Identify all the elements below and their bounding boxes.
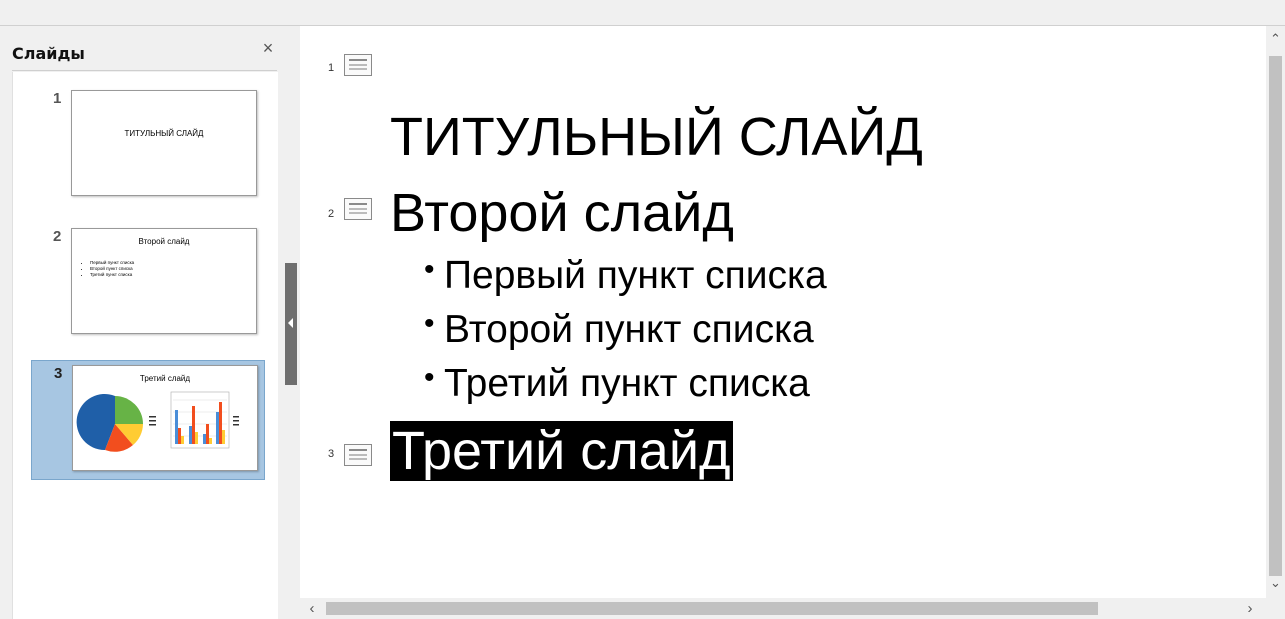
outline-bullet[interactable]: Третий пункт списка [424,361,810,406]
outline-slide-title-selected[interactable]: Третий слайд [390,420,733,482]
bar [189,426,192,444]
slide-preview-bullets: Первый пункт списка Второй пункт списка … [84,259,134,278]
bar [206,424,209,444]
vertical-scrollbar[interactable]: ⌃ ⌄ [1266,26,1285,598]
outline-slide-title[interactable]: ТИТУЛЬНЫЙ СЛАЙД [390,106,923,168]
slide-preview: ТИТУЛЬНЫЙ СЛАЙД [71,90,257,196]
bar [222,430,225,444]
top-border [0,0,1285,26]
close-icon[interactable]: × [258,38,278,58]
outline-slide-number: 3 [328,448,335,460]
outline-slide-title[interactable]: Второй слайд [390,182,734,244]
outline-bullet[interactable]: Второй пункт списка [424,307,814,352]
slide-icon [344,54,372,76]
bar [181,436,184,444]
bar-chart-preview [170,391,230,449]
bar [195,432,198,444]
pie-chart-preview [76,394,143,452]
slide-preview-title: Второй слайд [138,237,190,246]
slide-preview-bullet: Третий пункт списка [90,272,134,277]
slide-preview-charts [76,391,239,452]
slide-preview-title: ТИТУЛЬНЫЙ СЛАЙД [124,129,204,138]
slide-thumbnail-number: 2 [53,228,62,245]
outline-view[interactable]: 1 ТИТУЛЬНЫЙ СЛАЙД 2 Второй слайд Первый … [300,26,1266,598]
slide-icon [344,198,372,220]
slide-thumbnail-2[interactable]: 2 Второй слайд Первый пункт списка Второ… [31,224,263,342]
slide-thumbnails-list: 1 ТИТУЛЬНЫЙ СЛАЙД 2 Второй слайд Первый … [12,72,278,619]
slide-thumbnail-1[interactable]: 1 ТИТУЛЬНЫЙ СЛАЙД [31,86,263,204]
bar-legend-preview [233,416,239,426]
bar [209,438,212,444]
bar [192,406,195,444]
pie-slice [115,396,143,424]
slide-thumbnail-number: 1 [53,90,62,107]
bar [175,410,178,444]
chevron-down-icon[interactable]: ⌄ [1266,574,1285,592]
pane-divider [12,70,277,71]
chevron-left-icon[interactable]: ‹ [302,598,322,619]
selected-text[interactable]: Третий слайд [390,421,733,481]
pane-splitter[interactable] [285,26,297,619]
slide-preview: Третий слайд [72,365,258,471]
slide-icon [344,444,372,466]
outline-bullet[interactable]: Первый пункт списка [424,253,827,298]
slide-thumbnail-3[interactable]: 3 Третий слайд [31,360,265,480]
pie-legend-preview [149,416,156,426]
slide-preview-bullet: Второй пункт списка [90,266,134,271]
vertical-scroll-thumb[interactable] [1269,56,1282,576]
slide-thumbnail-number: 3 [54,365,63,382]
slides-pane-title: Слайды [12,44,85,63]
slide-preview-bullet: Первый пункт списка [90,260,134,265]
chevron-up-icon[interactable]: ⌃ [1266,30,1285,48]
outline-slide-number: 1 [328,62,335,74]
slide-preview: Второй слайд Первый пункт списка Второй … [71,228,257,334]
bar [203,434,206,444]
outline-slide-number: 2 [328,208,335,220]
bar [216,412,219,444]
horizontal-scrollbar[interactable]: ‹ › [300,598,1266,619]
chevron-right-icon[interactable]: › [1240,598,1260,619]
collapse-pane-handle[interactable] [285,263,297,385]
slides-pane: Слайды × 1 ТИТУЛЬНЫЙ СЛАЙД 2 Второй слай… [0,26,285,619]
bar [178,428,181,444]
bar [219,402,222,444]
horizontal-scroll-thumb[interactable] [326,602,1098,615]
